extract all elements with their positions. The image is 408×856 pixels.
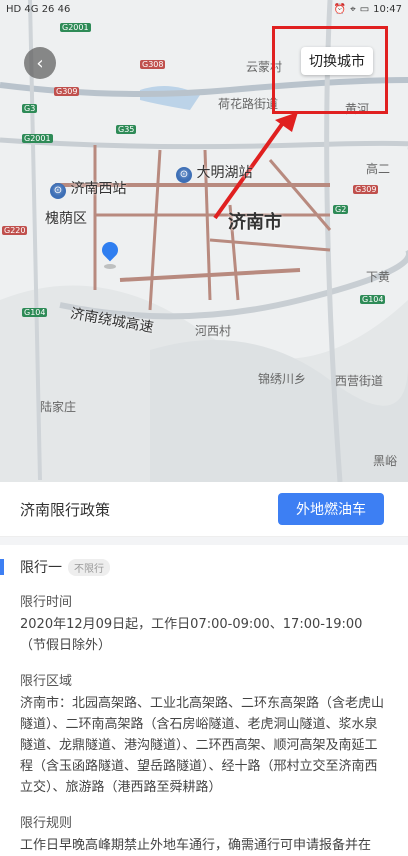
signal-indicators: HD 4G 26 46 bbox=[6, 3, 71, 15]
road-badge: G2001 bbox=[22, 134, 53, 143]
area-value: 济南市：北园高架路、工业北高架路、二环东高架路（含老虎山隧道）、二环南高架路（含… bbox=[20, 696, 385, 795]
status-bar: HD 4G 26 46 ⏰ ⌖ ▭ 10:47 bbox=[0, 0, 408, 18]
map-place-label: 西营街道 bbox=[335, 374, 384, 388]
road-badge: G309 bbox=[54, 87, 80, 96]
city-label: 济南市 bbox=[228, 212, 282, 233]
switch-city-button[interactable]: 切换城市 bbox=[301, 47, 373, 75]
outside-car-button[interactable]: 外地燃油车 bbox=[278, 493, 384, 525]
section-accent-bar bbox=[0, 559, 4, 575]
road-badge: G104 bbox=[360, 295, 386, 304]
divider bbox=[0, 537, 408, 545]
policy-panel: 济南限行政策 外地燃油车 限行一 不限行 限行时间 2020年12月09日起，工… bbox=[0, 482, 408, 853]
road-badge: G220 bbox=[2, 226, 28, 235]
back-button[interactable]: ‹ bbox=[24, 47, 56, 79]
road-badge: G308 bbox=[140, 60, 166, 69]
clock-time: 10:47 bbox=[373, 3, 402, 15]
road-badge: G104 bbox=[22, 308, 48, 317]
road-badge: G309 bbox=[353, 185, 379, 194]
time-label: 限行时间 bbox=[20, 595, 73, 610]
map-place-label: 锦绣川乡 bbox=[258, 372, 307, 386]
map-place-label: 河西村 bbox=[195, 324, 232, 338]
road-badge: G2 bbox=[333, 205, 349, 214]
train-station-icon: ⊙ bbox=[176, 167, 192, 183]
rule-value: 工作日早晚高峰期禁止外地车通行，确需通行可申请报备并在 bbox=[20, 838, 372, 853]
train-station-icon: ⊙ bbox=[50, 183, 66, 199]
district-label: 槐荫区 bbox=[45, 211, 87, 227]
policy-header: 济南限行政策 外地燃油车 bbox=[0, 482, 408, 537]
map-place-label: 陆家庄 bbox=[40, 400, 77, 414]
alarm-icon: ⏰ bbox=[333, 3, 347, 15]
map-place-label: 荷花路街道 bbox=[218, 97, 279, 111]
map-place-label: 高二 bbox=[366, 162, 391, 176]
station-label: ⊙ 济南西站 bbox=[50, 178, 126, 199]
restriction-section: 限行一 不限行 限行时间 2020年12月09日起，工作日07:00-09:00… bbox=[0, 545, 408, 856]
section-title: 限行一 bbox=[20, 560, 62, 576]
map-place-label: 下黄 bbox=[366, 270, 391, 284]
area-label: 限行区域 bbox=[20, 674, 73, 689]
rule-label: 限行规则 bbox=[20, 816, 73, 831]
road-badge: G35 bbox=[116, 125, 137, 134]
station-label: ⊙ 大明湖站 bbox=[176, 162, 252, 183]
road-badge: G3 bbox=[22, 104, 38, 113]
time-value: 2020年12月09日起，工作日07:00-09:00、17:00-19:00（… bbox=[20, 617, 363, 653]
map-place-label: 黑峪 bbox=[373, 454, 398, 468]
status-badge: 不限行 bbox=[68, 558, 110, 576]
road-badge: G2001 bbox=[60, 23, 91, 32]
location-icon: ⌖ bbox=[350, 3, 356, 15]
battery-icon: ▭ bbox=[359, 3, 370, 15]
policy-title: 济南限行政策 bbox=[20, 500, 111, 519]
map-view[interactable]: G2001 G308 G3 G309 G35 G2001 G220 G104 G… bbox=[0, 0, 408, 482]
location-pin-shadow bbox=[104, 264, 116, 269]
chevron-left-icon: ‹ bbox=[36, 52, 44, 74]
